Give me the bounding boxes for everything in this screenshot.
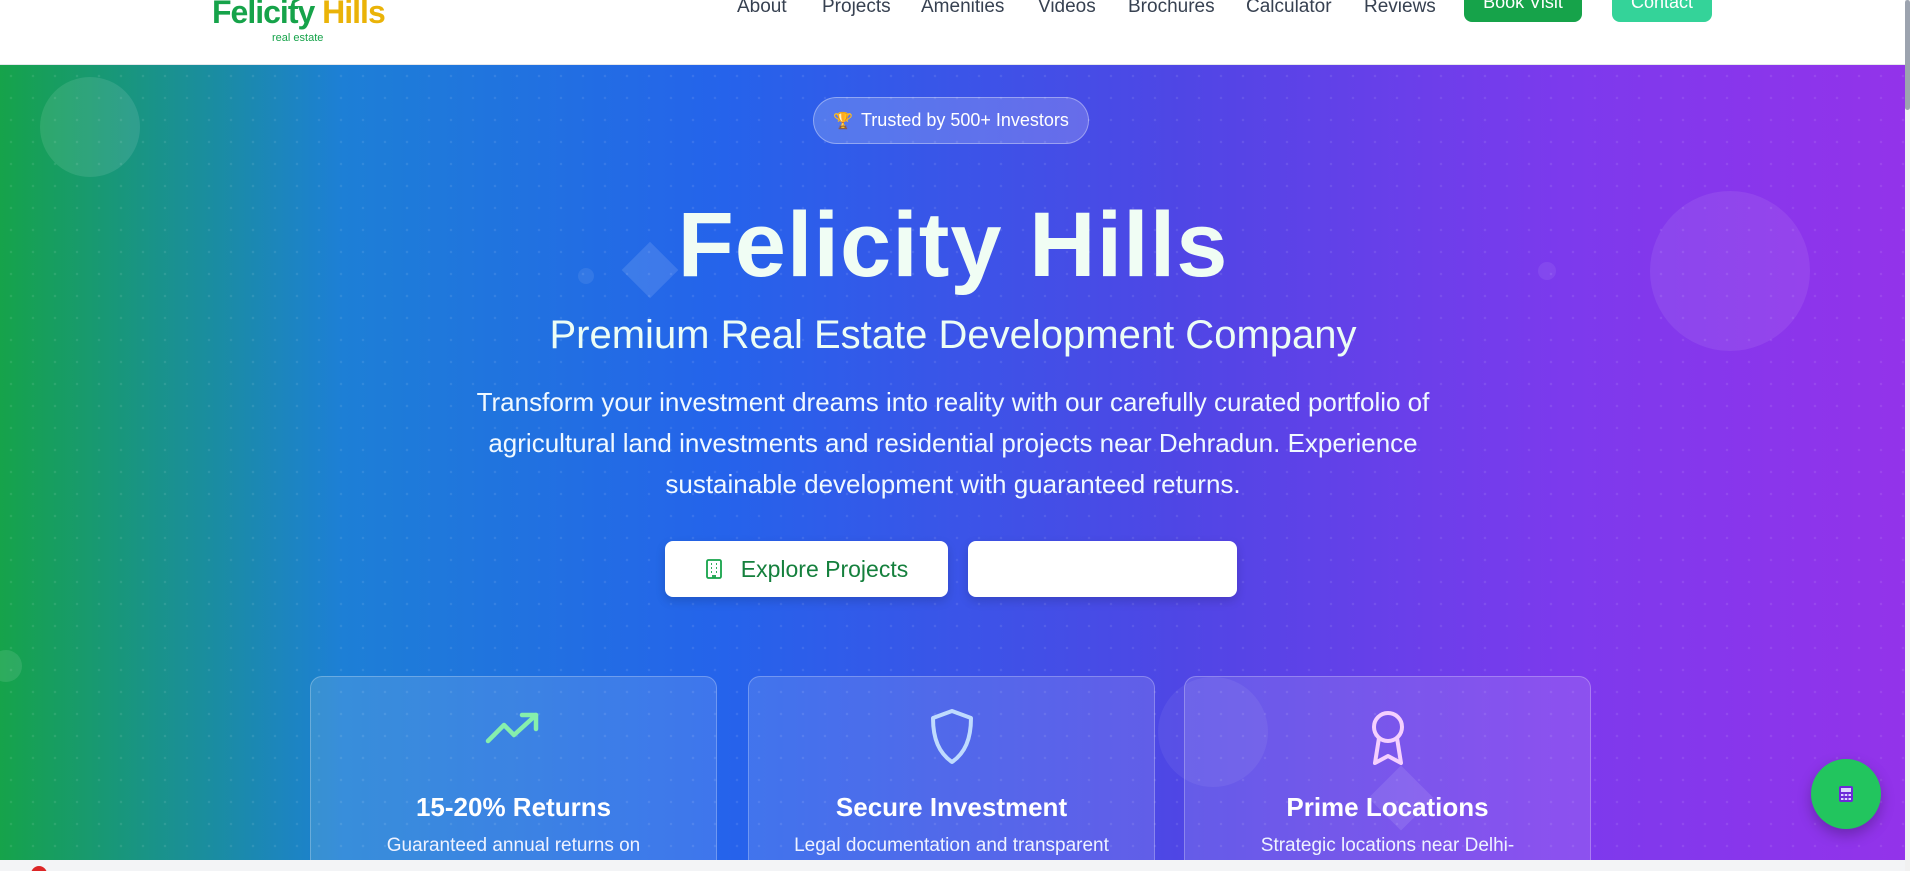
nav-brochures[interactable]: Brochures xyxy=(1128,0,1215,22)
nav-calculator[interactable]: Calculator xyxy=(1246,0,1332,22)
scrollbar-thumb[interactable] xyxy=(1905,0,1910,110)
hero-description: Transform your investment dreams into re… xyxy=(476,387,1430,499)
trophy-icon: 🏆 xyxy=(833,112,853,130)
contact-button[interactable]: Contact xyxy=(1612,0,1712,22)
feature-title: Prime Locations xyxy=(1286,792,1489,822)
feature-title: Secure Investment xyxy=(835,792,1068,822)
hero-title: Felicity Hills xyxy=(677,194,1229,296)
page-scrollbar[interactable] xyxy=(1905,0,1910,871)
award-icon xyxy=(1371,711,1404,765)
explore-projects-button[interactable]: Explore Projects xyxy=(665,541,948,597)
calculator-icon xyxy=(1839,786,1853,802)
building-icon xyxy=(705,559,722,579)
feature-card-locations: Prime Locations Strategic locations near… xyxy=(1184,676,1591,860)
bottom-strip xyxy=(0,860,1910,871)
nav-projects[interactable]: Projects xyxy=(822,0,891,22)
explore-projects-label: Explore Projects xyxy=(740,555,909,582)
feature-text: Strategic locations near Delhi- xyxy=(1260,835,1515,856)
logo-wordmark: Felicity Hills xyxy=(212,0,386,30)
decor-circle xyxy=(40,77,140,177)
shield-icon xyxy=(930,709,973,764)
feature-card-returns: 15-20% Returns Guaranteed annual returns… xyxy=(310,676,717,860)
trending-up-icon xyxy=(485,712,538,744)
nav-reviews[interactable]: Reviews xyxy=(1364,0,1436,22)
feature-text: Legal documentation and transparent xyxy=(794,835,1109,856)
feature-text: Guaranteed annual returns on xyxy=(386,835,641,856)
nav-about[interactable]: About xyxy=(737,0,787,22)
book-visit-button[interactable]: Book Visit xyxy=(1464,0,1582,22)
logo[interactable]: Felicity Hills real estate xyxy=(212,0,386,50)
site-header: Felicity Hills real estate About Project… xyxy=(0,0,1906,65)
logo-tagline: real estate xyxy=(272,32,324,44)
secondary-hero-button[interactable] xyxy=(968,541,1237,597)
hero-section: 🏆 Trusted by 500+ Investors Felicity Hil… xyxy=(0,65,1906,860)
trust-badge: 🏆 Trusted by 500+ Investors xyxy=(813,97,1089,144)
nav-videos[interactable]: Videos xyxy=(1038,0,1096,22)
calculator-fab-button[interactable] xyxy=(1811,759,1881,829)
feature-title: 15-20% Returns xyxy=(415,792,612,822)
trust-badge-text: Trusted by 500+ Investors xyxy=(860,110,1069,130)
feature-card-secure: Secure Investment Legal documentation an… xyxy=(748,676,1155,860)
hero-subtitle: Premium Real Estate Development Company xyxy=(549,313,1357,357)
nav-amenities[interactable]: Amenities xyxy=(921,0,1004,22)
